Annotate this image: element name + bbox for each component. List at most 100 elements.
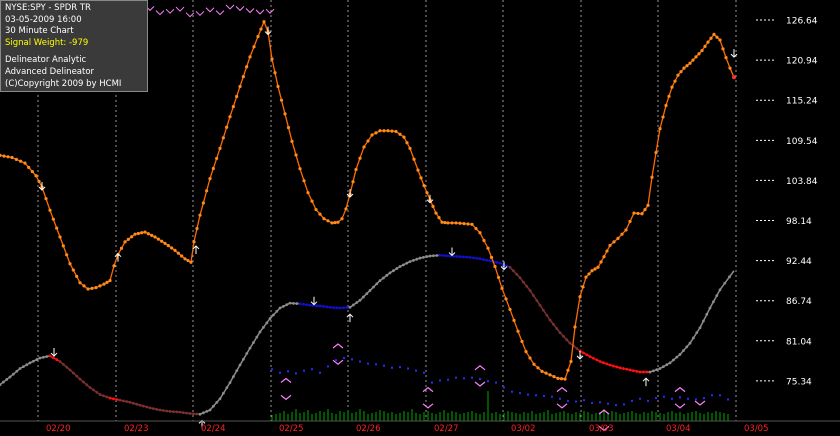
x-date-label-5: 02/27 bbox=[434, 424, 459, 434]
delineator-dot-53-7 bbox=[535, 299, 539, 302]
price-dot-0-2 bbox=[6, 155, 10, 159]
price-dot-52-0 bbox=[402, 135, 406, 139]
price-dot-4-1 bbox=[44, 197, 48, 201]
delineator-dot-70-7 bbox=[705, 312, 709, 316]
price-dot-36-0 bbox=[290, 139, 294, 143]
delineator-dot-71-7 bbox=[715, 294, 719, 297]
price-dot-94-0 bbox=[682, 66, 686, 70]
delineator-dot-52-0 bbox=[518, 276, 522, 280]
delineator-dot-69-7 bbox=[695, 331, 699, 335]
delineator-dot-39-7 bbox=[395, 267, 399, 270]
delineator-dot-48-0 bbox=[478, 257, 482, 261]
price-dot-43-0 bbox=[340, 217, 344, 221]
blue-dot-12 bbox=[367, 362, 369, 365]
blue-dot-28 bbox=[495, 381, 497, 384]
delineator-dot-11-0 bbox=[108, 396, 112, 400]
delineator-dot-37-0 bbox=[368, 289, 372, 292]
price-dot-28-1 bbox=[241, 75, 245, 79]
price-dot-55-0 bbox=[422, 184, 426, 188]
delineator-dot-1-0 bbox=[8, 375, 12, 379]
blue-dot-56 bbox=[719, 394, 721, 397]
delineator-segment-33 bbox=[329, 306, 341, 309]
price-dot-9-1 bbox=[90, 286, 94, 290]
blue-dot-2 bbox=[287, 370, 289, 373]
delineator-dot-23-7 bbox=[235, 369, 239, 373]
interval-label: 30 Minute Chart bbox=[5, 26, 74, 37]
delineator-dot-1-7 bbox=[15, 369, 19, 373]
price-dot-42-0 bbox=[336, 220, 340, 224]
price-dot-15-0 bbox=[123, 240, 127, 244]
price-dot-50-1 bbox=[390, 129, 394, 133]
price-dot-61-1 bbox=[466, 222, 470, 226]
delineator-dot-33-3 bbox=[332, 306, 335, 309]
price-dot-38-0 bbox=[306, 191, 310, 195]
price-dot-91-0 bbox=[664, 103, 668, 108]
delineator-segment-34 bbox=[339, 306, 351, 309]
price-dot-36-1 bbox=[294, 153, 298, 157]
delineator-dot-33-0 bbox=[328, 305, 332, 309]
blue-dot-48 bbox=[655, 397, 657, 400]
price-dot-17-2 bbox=[150, 233, 154, 237]
delineator-segment-19 bbox=[189, 412, 201, 415]
price-dot-74-0 bbox=[563, 377, 567, 381]
price-dot-53-1 bbox=[412, 157, 416, 161]
delineator-dot-25-3 bbox=[252, 341, 255, 345]
price-dot-63-0 bbox=[478, 231, 482, 235]
price-dot-73-1 bbox=[559, 377, 564, 381]
delineator-dot-10-3 bbox=[102, 394, 105, 398]
price-dot-30-1 bbox=[259, 27, 263, 31]
delineator-segment-46 bbox=[459, 255, 471, 259]
delineator-segment-45 bbox=[449, 255, 461, 258]
blue-dot-29 bbox=[503, 386, 505, 389]
price-dot-33-1 bbox=[273, 71, 277, 75]
delineator-dot-16-7 bbox=[165, 409, 169, 413]
x-date-label-6: 03/02 bbox=[511, 424, 536, 434]
delineator-dot-30-7 bbox=[305, 303, 309, 307]
price-dot-25-2 bbox=[215, 156, 219, 161]
price-dot-26-2 bbox=[225, 125, 229, 129]
delineator-dot-47-7 bbox=[475, 256, 479, 260]
price-dot-68-1 bbox=[520, 339, 524, 344]
price-dot-39-0 bbox=[314, 207, 318, 212]
price-dot-28-2 bbox=[245, 65, 249, 69]
blue-dot-17 bbox=[407, 367, 409, 370]
delineator-dot-7-7 bbox=[75, 374, 79, 378]
delineator-dot-56-0 bbox=[558, 331, 562, 335]
delineator-dot-42-0 bbox=[418, 256, 422, 260]
price-dot-6-2 bbox=[65, 253, 69, 257]
blue-dot-44 bbox=[623, 403, 625, 406]
blue-dot-36 bbox=[559, 397, 561, 400]
y-tick-label-5: 98.14 bbox=[786, 217, 812, 227]
price-dot-74-1 bbox=[566, 368, 570, 372]
price-dot-34-0 bbox=[276, 84, 280, 89]
delineator-dot-31-0 bbox=[308, 303, 312, 307]
delineator-dot-18-7 bbox=[185, 411, 189, 415]
blue-dot-27 bbox=[487, 380, 489, 383]
price-dot-94-1 bbox=[685, 64, 689, 68]
blue-dot-50 bbox=[671, 397, 673, 400]
delineator-dot-26-3 bbox=[262, 326, 265, 329]
price-dot-51-1 bbox=[398, 132, 402, 136]
price-dot-57-1 bbox=[437, 216, 441, 220]
delineator-dot-11-3 bbox=[112, 397, 115, 401]
delineator-dot-27-7 bbox=[275, 310, 279, 313]
delineator-dot-52-3 bbox=[522, 280, 525, 284]
delineator-dot-12-7 bbox=[125, 400, 129, 404]
delineator-dot-10-7 bbox=[105, 395, 109, 399]
price-dot-24-0 bbox=[198, 213, 202, 217]
y-tick-label-2: 115.24 bbox=[786, 97, 818, 107]
delineator-dot-44-0 bbox=[438, 253, 442, 257]
price-dot-97-0 bbox=[700, 48, 704, 53]
delineator-dot-29-0 bbox=[288, 301, 292, 305]
delineator-dot-3-0 bbox=[28, 361, 32, 365]
price-dot-26-1 bbox=[221, 136, 225, 140]
delineator-dot-3-3 bbox=[32, 359, 35, 363]
price-dot-41-1 bbox=[333, 220, 337, 225]
price-dot-100-0 bbox=[718, 38, 722, 42]
delineator-dot-6-0 bbox=[58, 360, 62, 363]
delineator-dot-71-3 bbox=[712, 300, 715, 304]
price-dot-80-0 bbox=[596, 265, 600, 269]
delineator-dot-14-0 bbox=[138, 403, 142, 407]
price-dot-46-1 bbox=[358, 156, 362, 160]
price-dot-79-1 bbox=[593, 267, 597, 271]
